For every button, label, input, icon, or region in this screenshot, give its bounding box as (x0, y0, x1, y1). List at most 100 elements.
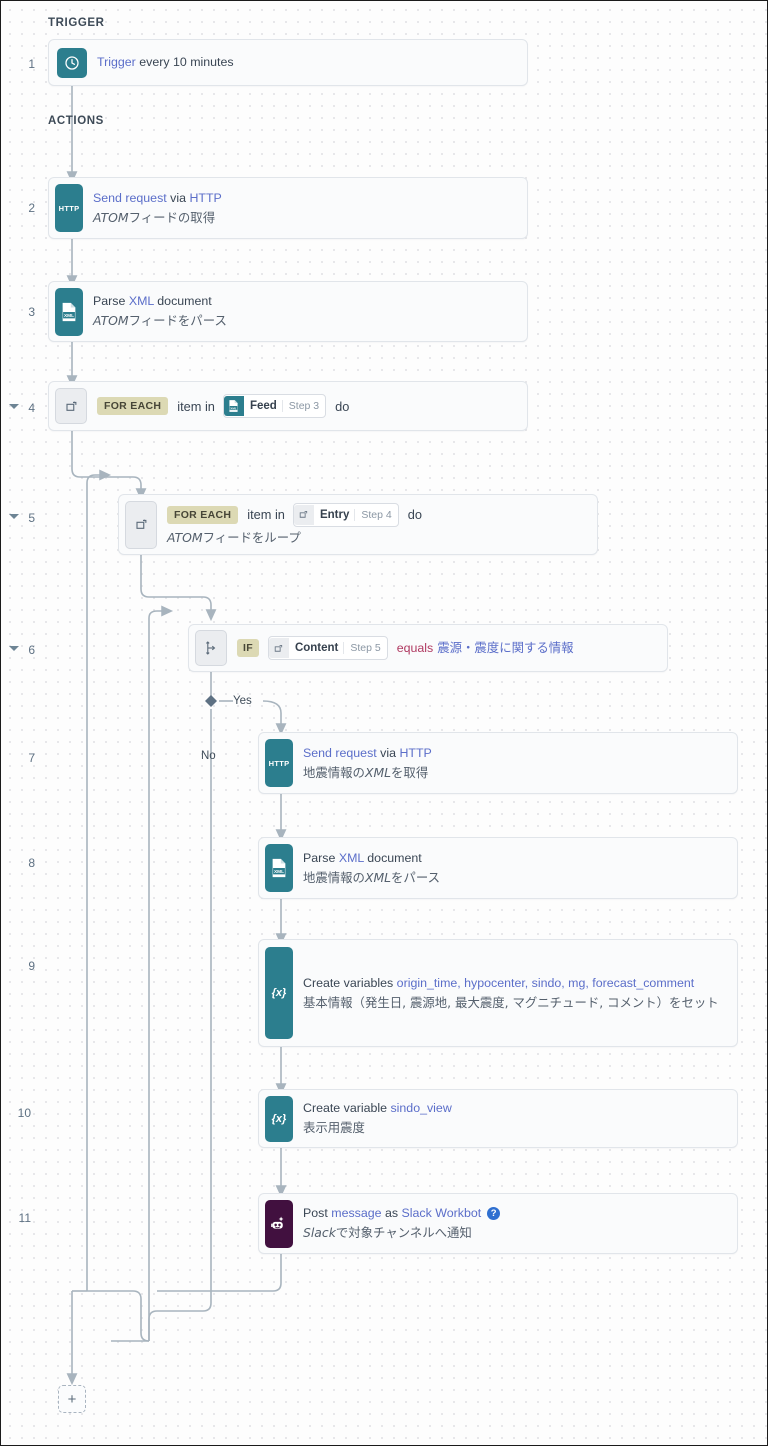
svg-text:XML: XML (231, 406, 238, 410)
step-6-chip-name: Content (294, 642, 339, 654)
step-card-3-parse-xml[interactable]: XML Parse XML document ATOMフィードをパース (48, 281, 528, 342)
step-8-subtitle-pre: 地震情報の (303, 869, 365, 885)
step-number-9: 9 (28, 959, 35, 973)
step-card-2-http[interactable]: HTTP Send request via HTTP ATOMフィードの取得 (48, 177, 528, 239)
step-8-title-a: Parse (303, 850, 339, 865)
step-5-source-chip[interactable]: Entry Step 4 (292, 502, 399, 527)
step-5-row: FOR EACH item in Entry Step 4 do (167, 502, 587, 527)
step-card-7-http[interactable]: HTTP Send request via HTTP 地震情報のXMLを取得 (258, 732, 738, 794)
step-6-chip-step: Step 5 (343, 642, 386, 654)
step-10-subtitle: 表示用震度 (303, 1120, 365, 1135)
step-card-8-parse-xml[interactable]: XML Parse XML document 地震情報のXMLをパース (258, 837, 738, 899)
step-card-6-if-condition[interactable]: IF Content Step 5 equals 震源・震度に関する情報 (188, 624, 668, 672)
step-11-subtitle: Slackで対象チャンネルへ通知 (303, 1223, 727, 1242)
step-card-1-trigger[interactable]: Trigger every 10 minutes (48, 39, 528, 86)
xml-file-icon: XML (223, 396, 244, 416)
step-9-variables: origin_time, hypocenter, sindo, mg, fore… (396, 975, 695, 990)
step-card-5-foreach-entry[interactable]: FOR EACH item in Entry Step 4 do ATOMフィー… (118, 494, 598, 555)
branch-label-yes: Yes (233, 695, 252, 707)
step-7-subtitle-pre: 地震情報の (303, 764, 365, 780)
step-5-word-end: do (407, 507, 422, 522)
step-9-title: Create variables origin_time, hypocenter… (303, 975, 723, 992)
step-2-title-c: HTTP (189, 190, 222, 205)
step-11-title-c: as (381, 1206, 402, 1220)
slack-workbot-icon (265, 1199, 293, 1248)
step-4-word-end: do (335, 398, 350, 414)
step-7-title: Send request via HTTP (303, 745, 727, 762)
step-6-condition: equals 震源・震度に関する情報 (397, 639, 574, 657)
xml-file-icon: XML (265, 844, 293, 892)
step-2-body: Send request via HTTP ATOMフィードの取得 (83, 178, 527, 238)
step-7-title-b: via (376, 745, 400, 760)
step-5-subtitle-italic: ATOM (167, 529, 203, 545)
variable-icon: {x} (265, 1095, 293, 1142)
loop-icon (293, 504, 314, 525)
branch-label-no: No (201, 750, 216, 762)
step-3-title-a: Parse (93, 294, 129, 308)
step-card-4-foreach-feed[interactable]: FOR EACH item in XML Feed Step 3 do (48, 381, 528, 431)
step-number-10: 10 (17, 1106, 31, 1120)
step-5-chip-name: Entry (319, 508, 350, 521)
step-11-title-a: Post (303, 1206, 332, 1220)
variable-icon-label: {x} (271, 987, 287, 999)
step-card-9-create-variables[interactable]: {x} Create variables origin_time, hypoce… (258, 939, 738, 1047)
step-7-subtitle-suf: を取得 (391, 764, 429, 780)
collapse-caret-5[interactable] (9, 514, 19, 519)
step-3-title: Parse XML document (93, 293, 517, 310)
step-3-title-b: XML (128, 294, 154, 308)
step-5-subtitle: ATOMフィードをループ (167, 528, 587, 547)
step-4-chip-step: Step 3 (281, 400, 325, 412)
actions-section-label: ACTIONS (48, 115, 104, 127)
step-7-subtitle-italic: XML (364, 764, 392, 780)
trigger-section-label: TRIGGER (48, 17, 105, 29)
step-11-body: Post message as Slack Workbot? Slackで対象チ… (293, 1194, 737, 1253)
step-10-title: Create variable sindo_view (303, 1100, 727, 1117)
step-3-subtitle: ATOMフィードをパース (93, 311, 517, 330)
step-3-subtitle-rest: フィードをパース (128, 313, 227, 328)
step-4-source-chip[interactable]: XML Feed Step 3 (222, 394, 327, 418)
step-number-1: 1 (28, 57, 35, 71)
step-8-title-b: XML (338, 850, 364, 865)
step-number-3: 3 (28, 305, 35, 319)
step-9-title-lead: Create variables (303, 975, 397, 990)
step-11-subtitle-italic: Slack (303, 1225, 336, 1240)
step-8-title-c: document (363, 850, 422, 865)
step-5-word-mid: item in (247, 507, 285, 522)
step-7-body: Send request via HTTP 地震情報のXMLを取得 (293, 733, 737, 793)
branch-icon (195, 630, 227, 666)
step-6-body: IF Content Step 5 equals 震源・震度に関する情報 (227, 625, 667, 671)
step-3-title-c: document (153, 294, 212, 308)
step-8-subtitle-suf: をパース (391, 869, 440, 885)
collapse-caret-6[interactable] (9, 646, 19, 651)
step-3-subtitle-italic: ATOM (93, 313, 129, 328)
step-card-10-create-variable[interactable]: {x} Create variable sindo_view 表示用震度 (258, 1089, 738, 1148)
step-8-subtitle-italic: XML (364, 869, 392, 885)
step-2-subtitle-rest: フィードの取得 (128, 209, 216, 225)
step-2-title: Send request via HTTP (93, 190, 517, 207)
step-1-title-link: Trigger (97, 55, 136, 69)
variable-icon-label: {x} (271, 1112, 287, 1125)
foreach-tag: FOR EACH (167, 505, 239, 524)
step-number-11: 11 (18, 1211, 31, 1225)
step-6-source-chip[interactable]: Content Step 5 (267, 636, 388, 660)
step-3-body: Parse XML document ATOMフィードをパース (83, 282, 527, 341)
step-4-word-mid: item in (177, 398, 215, 414)
http-icon-label: HTTP (58, 203, 80, 213)
step-1-title: Trigger every 10 minutes (97, 54, 517, 71)
help-icon[interactable]: ? (487, 1207, 501, 1221)
collapse-caret-4[interactable] (9, 404, 19, 409)
add-step-button[interactable]: + (58, 1385, 86, 1413)
step-5-subtitle-rest: フィードをループ (202, 529, 301, 545)
if-tag: IF (237, 639, 259, 657)
step-card-11-slack-post[interactable]: Post message as Slack Workbot? Slackで対象チ… (258, 1193, 738, 1254)
loop-icon (125, 500, 157, 549)
step-11-subtitle-rest: で対象チャンネルへ通知 (335, 1225, 472, 1240)
loop-icon (55, 388, 87, 424)
step-6-value: 震源・震度に関する情報 (437, 640, 574, 655)
step-7-subtitle: 地震情報のXMLを取得 (303, 763, 727, 782)
svg-text:XML: XML (64, 313, 74, 319)
step-2-subtitle-italic: ATOM (93, 209, 129, 225)
http-icon: HTTP (265, 739, 293, 787)
http-icon-label: HTTP (268, 758, 290, 768)
step-10-body: Create variable sindo_view 表示用震度 (293, 1090, 737, 1147)
